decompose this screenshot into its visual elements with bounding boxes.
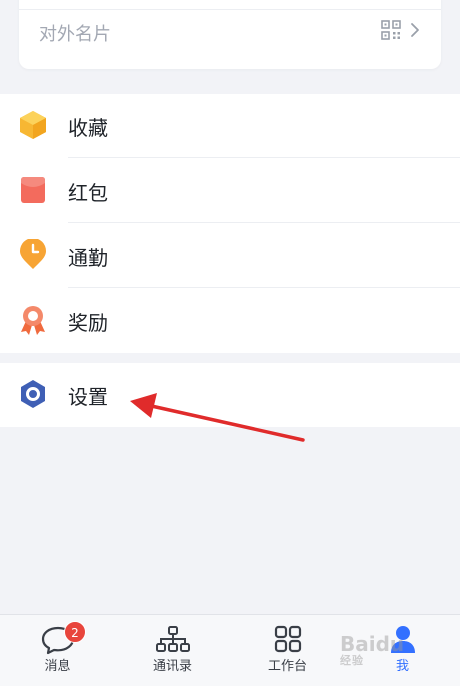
menu-item-label: 奖励: [68, 311, 108, 335]
menu-item-label: 收藏: [68, 116, 108, 140]
baidu-watermark: Baidu 经验: [340, 632, 405, 667]
menu-item-red-envelope[interactable]: 红包: [0, 159, 460, 223]
menu-group: 收藏 红包 通勤 奖励: [0, 94, 460, 353]
chevron-right-icon: [411, 23, 419, 37]
tab-workbench[interactable]: 工作台: [230, 615, 345, 686]
settings-hexagon-icon: [21, 380, 45, 408]
tab-contacts[interactable]: 通讯录: [115, 615, 230, 686]
commute-clock-icon: [20, 239, 46, 269]
qr-code-icon: [381, 20, 401, 40]
tab-label: 通讯录: [152, 659, 192, 674]
divider: [19, 9, 441, 10]
menu-item-label: 红包: [68, 181, 108, 205]
divider: [68, 287, 460, 288]
award-ribbon-icon: [21, 306, 45, 335]
menu-item-rewards[interactable]: 奖励: [0, 289, 460, 353]
menu-item-label: 通勤: [68, 246, 108, 270]
business-card-label: 对外名片: [39, 24, 111, 45]
menu-item-label: 设置: [68, 385, 108, 409]
tab-messages[interactable]: 2 消息: [0, 615, 115, 686]
tab-label: 工作台: [267, 659, 307, 674]
grid-apps-icon: [274, 625, 302, 653]
unread-badge: 2: [64, 621, 86, 643]
menu-item-commute[interactable]: 通勤: [0, 224, 460, 288]
menu-item-favorites[interactable]: 收藏: [0, 94, 460, 158]
red-envelope-icon: [21, 177, 45, 203]
divider: [68, 222, 460, 223]
divider: [68, 157, 460, 158]
business-card-panel: 对外名片: [19, 0, 441, 69]
annotation-arrow: [130, 393, 305, 442]
org-chart-icon: [156, 626, 190, 652]
tab-label: 消息: [44, 659, 71, 674]
favorites-box-icon: [20, 111, 46, 139]
